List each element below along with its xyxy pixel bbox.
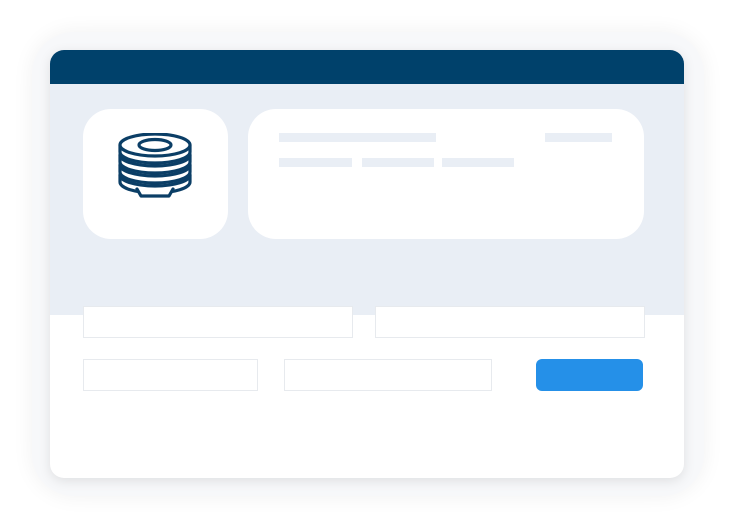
info-card — [248, 109, 644, 239]
title-placeholder — [279, 133, 436, 142]
window-titlebar — [50, 50, 684, 84]
form-field-2[interactable] — [375, 306, 645, 338]
meta-placeholder-2 — [362, 158, 434, 167]
header-band — [50, 84, 684, 315]
form-field-1[interactable] — [83, 306, 353, 338]
submit-button[interactable] — [536, 359, 643, 391]
form-field-4[interactable] — [284, 359, 492, 391]
icon-tile — [83, 109, 228, 239]
app-window — [50, 50, 684, 478]
badge-placeholder — [545, 133, 612, 142]
form-field-3[interactable] — [83, 359, 258, 391]
meta-placeholder-1 — [279, 158, 352, 167]
meta-placeholder-3 — [442, 158, 514, 167]
coin-stack-icon — [118, 133, 192, 198]
